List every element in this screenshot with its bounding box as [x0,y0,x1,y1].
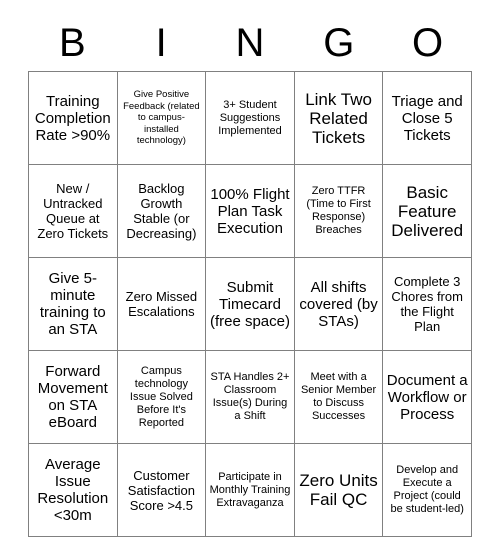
bingo-cell[interactable]: Give 5-minute training to an STA [28,257,118,351]
bingo-cell[interactable]: Meet with a Senior Member to Discuss Suc… [293,350,384,444]
bingo-cell[interactable]: Link Two Related Tickets [293,71,384,165]
bingo-cell[interactable]: Zero Missed Escalations [116,257,207,351]
bingo-cell[interactable]: All shifts covered (by STAs) [293,257,384,351]
bingo-cell[interactable]: Average Issue Resolution <30m [28,443,118,537]
bingo-header-letter-g: G [323,20,355,65]
bingo-cell[interactable]: Backlog Growth Stable (or Decreasing) [116,164,207,258]
bingo-header-row: B I N G O [28,14,472,71]
bingo-header-letter-n: N [235,20,265,65]
bingo-row: Forward Movement on STA eBoard Campus te… [28,350,472,444]
bingo-cell[interactable]: Complete 3 Chores from the Flight Plan [382,257,472,351]
bingo-grid: Training Completion Rate >90% Give Posit… [28,71,472,537]
bingo-row: Training Completion Rate >90% Give Posit… [28,71,472,165]
bingo-row: New / Untracked Queue at Zero Tickets Ba… [28,164,472,258]
bingo-cell[interactable]: Participate in Monthly Training Extravag… [205,443,295,537]
bingo-header-letter-o: O [412,20,444,65]
bingo-cell[interactable]: Document a Workflow or Process [382,350,472,444]
bingo-cell[interactable]: Campus technology Issue Solved Before It… [116,350,207,444]
bingo-row: Give 5-minute training to an STA Zero Mi… [28,257,472,351]
bingo-card: B I N G O Training Completion Rate >90% … [28,14,472,537]
bingo-cell[interactable]: STA Handles 2+ Classroom Issue(s) During… [205,350,295,444]
bingo-cell[interactable]: Basic Feature Delivered [382,164,472,258]
bingo-row: Average Issue Resolution <30m Customer S… [28,443,472,537]
bingo-header-letter-i: I [155,20,167,65]
bingo-cell[interactable]: 100% Flight Plan Task Execution [205,164,295,258]
bingo-cell-free-space[interactable]: Submit Timecard (free space) [205,257,295,351]
bingo-header-letter-b: B [59,20,86,65]
bingo-cell[interactable]: Zero Units Fail QC [293,443,384,537]
bingo-cell[interactable]: Give Positive Feedback (related to campu… [116,71,207,165]
bingo-cell[interactable]: Triage and Close 5 Tickets [382,71,472,165]
bingo-cell[interactable]: New / Untracked Queue at Zero Tickets [28,164,118,258]
bingo-cell[interactable]: Zero TTFR (Time to First Response) Breac… [293,164,384,258]
bingo-cell[interactable]: Training Completion Rate >90% [28,71,118,165]
bingo-cell[interactable]: Develop and Execute a Project (could be … [382,443,472,537]
bingo-cell[interactable]: Customer Satisfaction Score >4.5 [116,443,207,537]
bingo-cell[interactable]: 3+ Student Suggestions Implemented [205,71,295,165]
bingo-cell[interactable]: Forward Movement on STA eBoard [28,350,118,444]
